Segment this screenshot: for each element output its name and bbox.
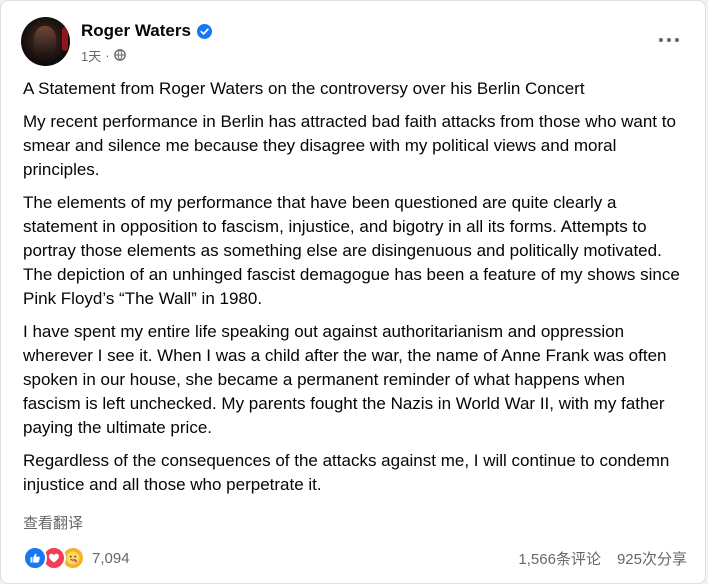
post-body: A Statement from Roger Waters on the con… <box>23 77 687 506</box>
engagement-stats: 1,566条评论 925次分享 <box>518 546 687 570</box>
author-name[interactable]: Roger Waters <box>81 21 191 41</box>
post-title-paragraph: A Statement from Roger Waters on the con… <box>23 79 585 98</box>
like-reaction-icon <box>23 546 47 570</box>
more-dot <box>659 38 663 42</box>
more-dot <box>667 38 671 42</box>
author-row: Roger Waters <box>81 20 212 42</box>
avatar-face <box>34 26 56 56</box>
see-translation-link[interactable]: 查看翻译 <box>23 512 83 533</box>
author-avatar[interactable] <box>21 17 70 66</box>
more-options-icon[interactable] <box>649 25 689 55</box>
post-card: Roger Waters 1天 · A Statement from Roger… <box>0 0 706 584</box>
meta-separator: · <box>105 47 110 63</box>
reaction-count[interactable]: 7,094 <box>92 550 130 567</box>
post-meta: 1天 · <box>81 46 126 64</box>
post-paragraph: Regardless of the consequences of the at… <box>23 451 670 494</box>
reactions-summary[interactable]: 7,094 <box>23 546 130 570</box>
more-dot <box>675 38 679 42</box>
post-timestamp[interactable]: 1天 <box>81 46 101 65</box>
post-paragraph: I have spent my entire life speaking out… <box>23 322 667 437</box>
avatar-accent <box>62 27 68 51</box>
globe-icon[interactable] <box>113 49 126 61</box>
post-paragraph: The elements of my performance that have… <box>23 193 680 308</box>
comment-count-link[interactable]: 1,566条评论 <box>518 548 601 569</box>
verified-badge-icon <box>196 23 212 39</box>
share-count-link[interactable]: 925次分享 <box>617 548 687 569</box>
post-paragraph: My recent performance in Berlin has attr… <box>23 112 676 179</box>
